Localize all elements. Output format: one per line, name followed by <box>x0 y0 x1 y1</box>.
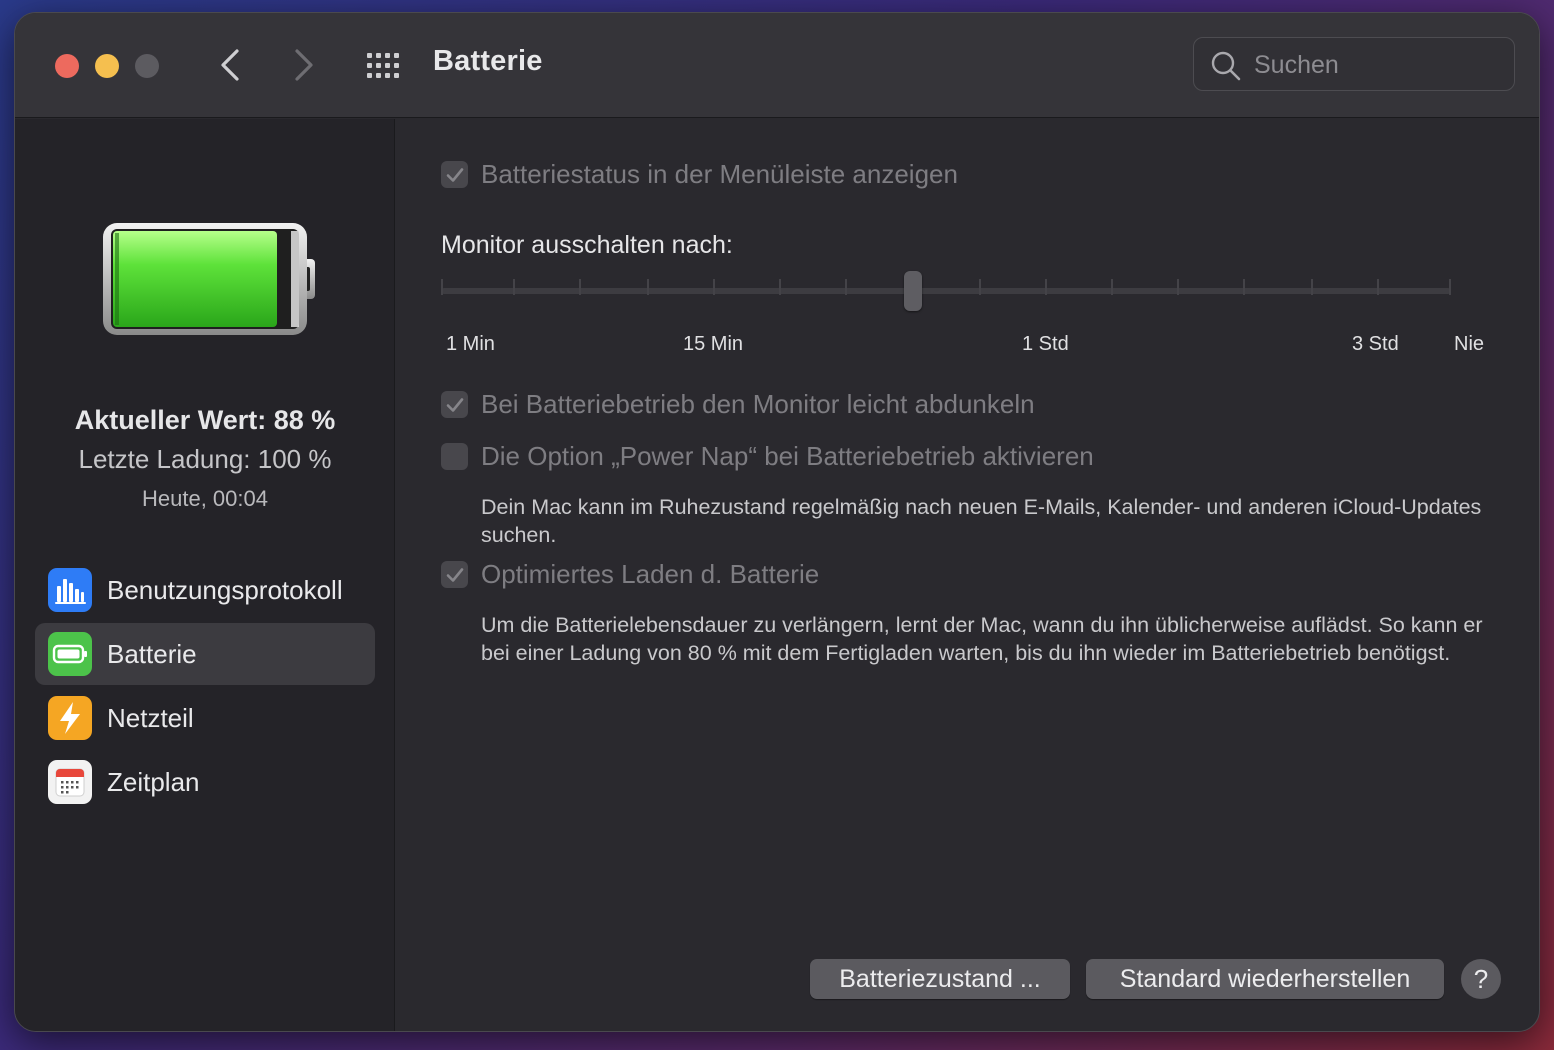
display-off-slider-title: Monitor ausschalten nach: <box>441 231 733 259</box>
zoom-window-button[interactable] <box>135 54 159 78</box>
power-nap-checkbox[interactable] <box>441 443 468 470</box>
slider-tick <box>579 279 581 295</box>
close-window-button[interactable] <box>55 54 79 78</box>
last-charge-time: Heute, 00:04 <box>142 486 268 511</box>
power-nap-label: Die Option „Power Nap“ bei Batteriebetri… <box>481 441 1094 471</box>
sidebar-item-label: Batterie <box>107 638 197 669</box>
slider-tick <box>1111 279 1113 295</box>
battery-health-button[interactable]: Batteriezustand ... <box>810 959 1070 999</box>
slider-label-1min: 1 Min <box>446 333 495 355</box>
slider-tick <box>441 279 443 295</box>
optimized-charging-checkbox[interactable] <box>441 561 468 588</box>
lightning-icon <box>48 696 92 740</box>
search-input[interactable] <box>1254 46 1504 84</box>
bar-chart-icon <box>48 568 92 612</box>
display-off-slider-thumb[interactable] <box>904 271 922 311</box>
chevron-left-icon <box>221 49 239 81</box>
slider-label-3h: 3 Std <box>1352 333 1399 355</box>
display-off-slider-track[interactable] <box>441 288 1451 294</box>
slider-tick <box>1449 279 1451 295</box>
dim-display-checkbox[interactable] <box>441 391 468 418</box>
sidebar-item-power-adapter[interactable]: Netzteil <box>35 687 375 749</box>
slider-tick <box>713 279 715 295</box>
slider-label-never: Nie <box>1454 333 1485 355</box>
calendar-icon <box>48 760 92 804</box>
checkmark-icon <box>446 397 463 412</box>
optimized-charging-checkbox-row[interactable]: Optimiertes Laden d. Batterie <box>441 559 819 590</box>
power-nap-description: Dein Mac kann im Ruhezustand regelmäßig … <box>481 495 1482 547</box>
slider-label-1h: 1 Std <box>1022 333 1069 355</box>
slider-tick <box>1377 279 1379 295</box>
search-field[interactable] <box>1193 37 1515 91</box>
slider-label-15min: 15 Min <box>683 333 744 355</box>
slider-tick <box>1311 279 1313 295</box>
optimized-charging-description: Um die Batterielebensdauer zu verlängern… <box>481 613 1483 665</box>
sidebar-item-schedule[interactable]: Zeitplan <box>35 751 375 813</box>
menu-status-label: Batteriestatus in der Menüleiste anzeige… <box>481 159 958 189</box>
slider-tick <box>979 279 981 295</box>
slider-tick <box>513 279 515 295</box>
current-charge-text: Aktueller Wert: 88 % <box>74 405 336 435</box>
sidebar: Aktueller Wert: 88 % Letzte Ladung: 100 … <box>15 119 395 1031</box>
minimize-window-button[interactable] <box>95 54 119 78</box>
restore-defaults-button[interactable]: Standard wiederherstellen <box>1086 959 1444 999</box>
sidebar-item-battery[interactable]: Batterie <box>35 623 375 685</box>
slider-tick <box>779 279 781 295</box>
back-button[interactable] <box>215 47 245 83</box>
slider-tick <box>845 279 847 295</box>
dim-display-label: Bei Batteriebetrieb den Monitor leicht a… <box>481 389 1035 419</box>
battery-settings-panel: Batteriestatus in der Menüleiste anzeige… <box>396 119 1539 1031</box>
last-charge-text: Letzte Ladung: 100 % <box>78 444 332 474</box>
dim-display-checkbox-row[interactable]: Bei Batteriebetrieb den Monitor leicht a… <box>441 389 1035 420</box>
grid-icon <box>367 53 399 78</box>
battery-fill <box>113 231 277 327</box>
show-all-grid-button[interactable] <box>365 51 405 81</box>
system-preferences-window: Batterie Suchen Aktueller Wert: 88 % Let… <box>14 12 1540 1032</box>
power-nap-checkbox-row[interactable]: Die Option „Power Nap“ bei Batteriebetri… <box>441 441 1094 472</box>
forward-button[interactable] <box>289 47 319 83</box>
titlebar: Batterie <box>15 13 1539 118</box>
menu-status-checkbox[interactable] <box>441 161 468 188</box>
sidebar-item-label: Benutzungsprotokoll <box>107 574 343 605</box>
checkmark-icon <box>446 167 463 182</box>
menu-status-checkbox-row[interactable]: Batteriestatus in der Menüleiste anzeige… <box>441 159 958 190</box>
window-title: Batterie <box>433 45 543 77</box>
sidebar-item-label: Zeitplan <box>107 766 200 797</box>
battery-icon <box>48 632 92 676</box>
help-button[interactable]: ? <box>1461 959 1501 999</box>
chevron-right-icon <box>295 49 313 81</box>
search-icon <box>1211 51 1241 81</box>
slider-tick <box>647 279 649 295</box>
slider-tick <box>1243 279 1245 295</box>
checkmark-icon <box>446 567 463 582</box>
sidebar-item-usage-history[interactable]: Benutzungsprotokoll <box>35 559 375 621</box>
battery-level-graphic <box>103 223 315 335</box>
slider-tick <box>1177 279 1179 295</box>
slider-tick <box>1045 279 1047 295</box>
sidebar-item-label: Netzteil <box>107 702 194 733</box>
optimized-charging-label: Optimiertes Laden d. Batterie <box>481 559 820 589</box>
